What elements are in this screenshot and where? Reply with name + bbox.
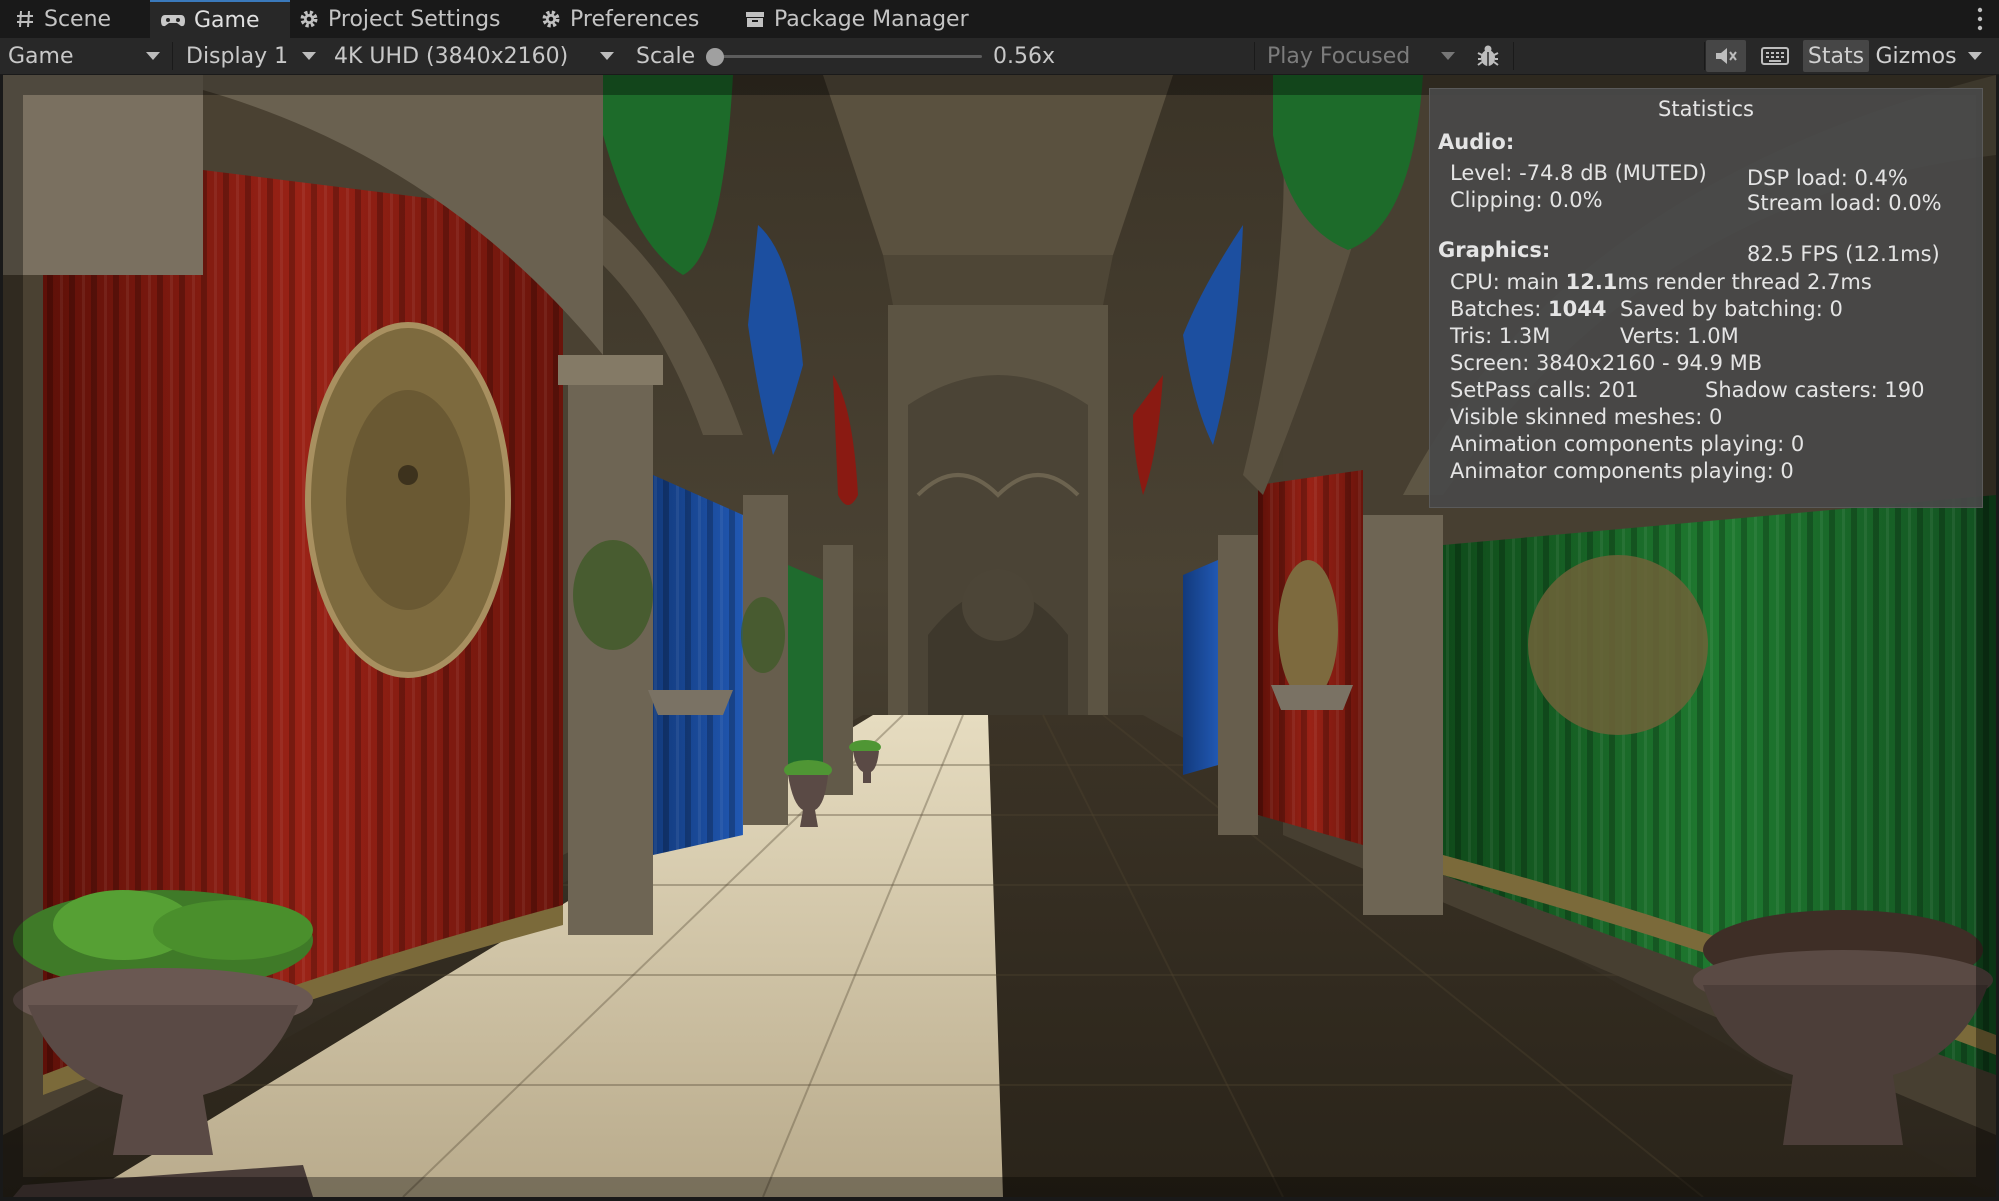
animation-components-readout: Animation components playing: 0 xyxy=(1450,432,1805,456)
audio-level: Level: -74.8 dB (MUTED) xyxy=(1450,161,1707,185)
gear-icon xyxy=(300,10,318,28)
skinned-meshes-readout: Visible skinned meshes: 0 xyxy=(1450,405,1723,429)
tab-label: Project Settings xyxy=(328,6,501,32)
tab-label: Preferences xyxy=(570,6,700,32)
tab-bar: Scene Game Project Settings Preferences … xyxy=(0,0,1999,39)
resolution-dropdown[interactable]: 4K UHD (3840x2160) xyxy=(334,38,620,74)
audio-header: Audio: xyxy=(1438,130,1515,154)
chevron-down-icon xyxy=(1441,52,1455,60)
package-icon xyxy=(746,12,764,27)
batches-readout: Batches: 1044 xyxy=(1450,297,1606,321)
scale-label: Scale xyxy=(636,43,696,69)
chevron-down-icon xyxy=(1968,52,1982,60)
setpass-readout: SetPass calls: 201 xyxy=(1450,378,1639,402)
batches-prefix: Batches: xyxy=(1450,297,1548,321)
bug-icon xyxy=(1477,45,1499,66)
divider xyxy=(1704,42,1705,70)
game-toolbar: Game Display 1 4K UHD (3840x2160) Scale … xyxy=(0,38,1999,75)
divider xyxy=(1513,42,1514,70)
hash-icon xyxy=(17,10,33,28)
fps-readout: 82.5 FPS (12.1ms) xyxy=(1747,242,1940,266)
dsp-load: DSP load: 0.4% xyxy=(1747,166,1908,190)
divider xyxy=(172,42,173,70)
gizmos-label: Gizmos xyxy=(1875,43,1957,69)
animator-components-readout: Animator components playing: 0 xyxy=(1450,459,1794,483)
saved-by-batching: Saved by batching: 0 xyxy=(1620,297,1843,321)
statistics-panel: Statistics Audio: Level: -74.8 dB (MUTED… xyxy=(1429,88,1983,508)
gear-icon xyxy=(542,10,560,28)
tab-project-settings[interactable]: Project Settings xyxy=(298,0,501,38)
view-mode-label: Game xyxy=(8,43,74,69)
chevron-down-icon xyxy=(146,52,160,60)
audio-clipping: Clipping: 0.0% xyxy=(1450,188,1603,212)
chevron-down-icon xyxy=(302,52,316,60)
game-viewport[interactable]: Statistics Audio: Level: -74.8 dB (MUTED… xyxy=(3,75,1996,1197)
cpu-main-value: 12.1 xyxy=(1565,270,1618,294)
tab-label: Game xyxy=(194,7,260,33)
cpu-readout: CPU: main 12.1ms render thread 2.7ms xyxy=(1450,270,1872,294)
cpu-suffix: ms render thread 2.7ms xyxy=(1617,270,1872,294)
verts-readout: Verts: 1.0M xyxy=(1620,324,1739,348)
statistics-title: Statistics xyxy=(1658,97,1754,121)
gizmos-toggle-button[interactable]: Gizmos xyxy=(1874,40,1958,72)
cpu-prefix: CPU: main xyxy=(1450,270,1566,294)
stream-load: Stream load: 0.0% xyxy=(1747,191,1942,215)
tris-readout: Tris: 1.3M xyxy=(1450,324,1551,348)
resolution-label: 4K UHD (3840x2160) xyxy=(334,43,569,69)
scale-slider-track xyxy=(706,55,982,58)
tab-game[interactable]: Game xyxy=(150,0,290,38)
scale-slider[interactable] xyxy=(706,38,986,74)
play-mode-dropdown[interactable]: Play Focused xyxy=(1267,38,1459,74)
play-mode-label: Play Focused xyxy=(1267,43,1411,69)
graphics-header: Graphics: xyxy=(1438,238,1551,262)
chevron-down-icon xyxy=(600,52,614,60)
tab-package-manager[interactable]: Package Manager xyxy=(744,0,969,38)
debug-bug-button[interactable] xyxy=(1468,40,1508,72)
scale-slider-thumb[interactable] xyxy=(706,48,724,66)
tab-preferences[interactable]: Preferences xyxy=(540,0,699,38)
tab-label: Scene xyxy=(44,6,112,32)
batches-value: 1044 xyxy=(1547,297,1607,321)
tab-scene[interactable]: Scene xyxy=(14,0,111,38)
gamepad-icon xyxy=(161,15,185,27)
keyboard-icon xyxy=(1761,47,1789,65)
stats-label: Stats xyxy=(1807,43,1865,69)
more-options-icon[interactable] xyxy=(1977,6,1983,32)
gizmos-dropdown-button[interactable] xyxy=(1960,40,1990,72)
mute-audio-button[interactable] xyxy=(1706,40,1746,72)
display-label: Display 1 xyxy=(186,43,289,69)
stats-toggle-button[interactable]: Stats xyxy=(1803,40,1869,72)
screen-readout: Screen: 3840x2160 - 94.9 MB xyxy=(1450,351,1763,375)
view-mode-dropdown[interactable]: Game xyxy=(8,38,168,74)
scale-value: 0.56x xyxy=(993,43,1056,69)
shadow-casters-readout: Shadow casters: 190 xyxy=(1705,378,1925,402)
mute-audio-icon xyxy=(1716,48,1737,64)
keyboard-button[interactable] xyxy=(1753,40,1797,72)
divider xyxy=(1254,42,1255,70)
display-dropdown[interactable]: Display 1 xyxy=(186,38,320,74)
tab-label: Package Manager xyxy=(774,6,969,32)
